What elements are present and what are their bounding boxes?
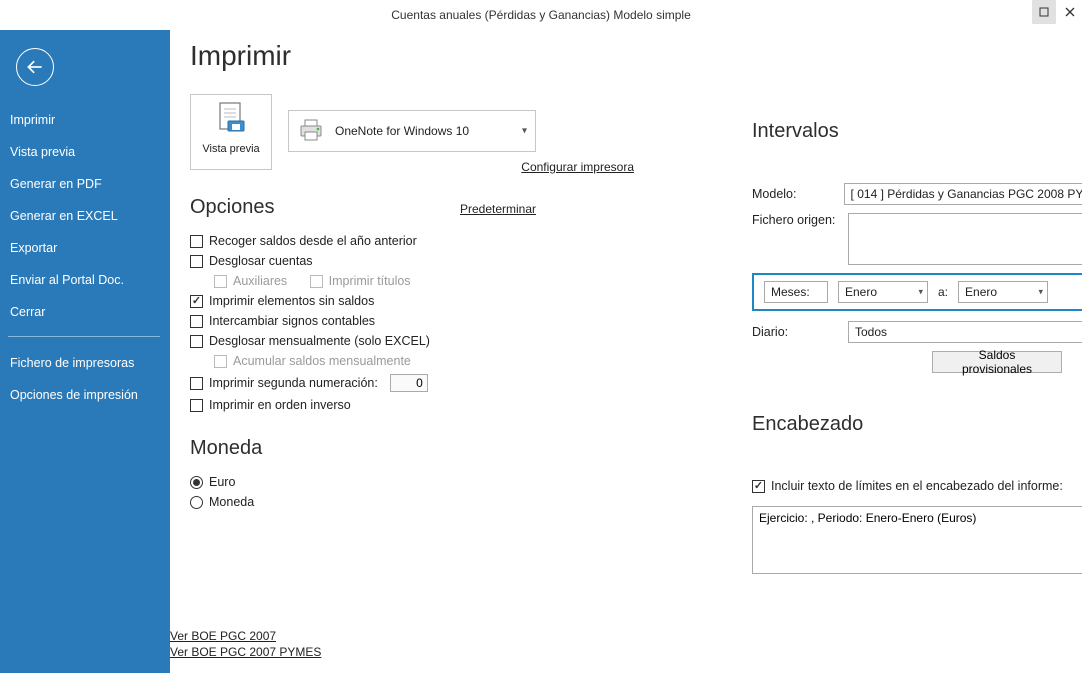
lbl-euro: Euro [209, 475, 235, 489]
chk-imprimir-titulos [310, 275, 323, 288]
printer-icon [297, 116, 325, 147]
saldos-provisionales-button[interactable]: Saldos provisionales [932, 351, 1062, 373]
printer-select[interactable]: OneNote for Windows 10 ▾ [288, 110, 536, 152]
chk-recoger-saldos[interactable] [190, 235, 203, 248]
meses-highlight: Meses: Enero ▾ a: Enero ▾ [752, 273, 1082, 311]
maximize-button[interactable] [1032, 0, 1056, 24]
fichero-origen-input[interactable]: ▴ ▾ [848, 213, 1082, 265]
lbl-imprimir-sin-saldos: Imprimir elementos sin saldos [209, 294, 374, 308]
chk-auxiliares [214, 275, 227, 288]
diario-select[interactable]: Todos ▾ [848, 321, 1082, 343]
page-title: Imprimir [190, 40, 1060, 72]
sidebar: Imprimir Vista previa Generar en PDF Gen… [0, 30, 170, 673]
nav-fichero-impresoras[interactable]: Fichero de impresoras [0, 347, 170, 379]
chevron-down-icon: ▾ [918, 287, 923, 298]
vista-previa-button[interactable]: Vista previa [190, 94, 272, 170]
diario-label: Diario: [752, 325, 840, 339]
chk-intercambiar-signos[interactable] [190, 315, 203, 328]
a-label: a: [938, 285, 948, 299]
chk-acumular-saldos [214, 355, 227, 368]
predeterminar-link[interactable]: Predeterminar [460, 202, 536, 216]
right-column: Intervalos Modelo: [ 014 ] Pérdidas y Ga… [752, 120, 1082, 577]
chk-imprimir-sin-saldos[interactable] [190, 295, 203, 308]
segunda-numeracion-input[interactable] [390, 374, 428, 392]
lbl-imprimir-titulos: Imprimir títulos [329, 274, 411, 288]
modelo-select[interactable]: [ 014 ] Pérdidas y Ganancias PGC 2008 PY… [844, 183, 1082, 205]
lbl-desglosar-cuentas: Desglosar cuentas [209, 254, 313, 268]
fichero-origen-label: Fichero origen: [752, 213, 840, 227]
chk-desglosar-mensual[interactable] [190, 335, 203, 348]
vista-previa-label: Vista previa [191, 143, 271, 155]
nav-vista-previa[interactable]: Vista previa [0, 136, 170, 168]
chevron-down-icon: ▾ [1038, 287, 1043, 298]
nav-imprimir[interactable]: Imprimir [0, 104, 170, 136]
configurar-impresora-link[interactable]: Configurar impresora [521, 160, 634, 174]
back-button[interactable] [16, 48, 54, 86]
lbl-segunda-numeracion: Imprimir segunda numeración: [209, 376, 378, 390]
lbl-acumular-saldos: Acumular saldos mensualmente [233, 354, 411, 368]
close-button[interactable] [1058, 0, 1082, 24]
chk-desglosar-cuentas[interactable] [190, 255, 203, 268]
chk-orden-inverso[interactable] [190, 399, 203, 412]
nav-enviar-portal[interactable]: Enviar al Portal Doc. [0, 264, 170, 296]
nav-generar-pdf[interactable]: Generar en PDF [0, 168, 170, 200]
nav-separator [8, 336, 160, 337]
meses-label-box: Meses: [764, 281, 828, 303]
meses-label: Meses: [771, 285, 810, 299]
printer-name: OneNote for Windows 10 [335, 124, 469, 138]
nav-opciones-impresion[interactable]: Opciones de impresión [0, 379, 170, 411]
nav-cerrar[interactable]: Cerrar [0, 296, 170, 328]
lbl-incluir-limites: Incluir texto de límites en el encabezad… [771, 479, 1063, 493]
modelo-label: Modelo: [752, 187, 836, 201]
modelo-value: [ 014 ] Pérdidas y Ganancias PGC 2008 PY… [851, 187, 1082, 201]
lbl-recoger-saldos: Recoger saldos desde el año anterior [209, 234, 417, 248]
window: Cuentas anuales (Pérdidas y Ganancias) M… [0, 0, 1082, 673]
chk-segunda-numeracion[interactable] [190, 377, 203, 390]
document-printer-icon [211, 101, 251, 141]
footer-links: Ver BOE PGC 2007 Ver BOE PGC 2007 PYMES [170, 629, 321, 661]
lbl-desglosar-mensual: Desglosar mensualmente (solo EXCEL) [209, 334, 430, 348]
radio-euro[interactable] [190, 476, 203, 489]
chevron-down-icon: ▾ [522, 126, 527, 137]
mes-hasta-value: Enero [965, 285, 997, 299]
lbl-orden-inverso: Imprimir en orden inverso [209, 398, 351, 412]
opciones-heading: Opciones [190, 196, 275, 219]
encabezado-textarea[interactable] [752, 506, 1082, 574]
main-panel: Imprimir Vista previa [170, 30, 1082, 673]
radio-moneda[interactable] [190, 496, 203, 509]
lbl-auxiliares: Auxiliares [233, 274, 287, 288]
nav-exportar[interactable]: Exportar [0, 232, 170, 264]
chk-incluir-limites[interactable] [752, 480, 765, 493]
titlebar: Cuentas anuales (Pérdidas y Ganancias) M… [0, 0, 1082, 30]
lbl-intercambiar-signos: Intercambiar signos contables [209, 314, 375, 328]
mes-hasta-select[interactable]: Enero ▾ [958, 281, 1048, 303]
lbl-moneda: Moneda [209, 495, 254, 509]
mes-desde-select[interactable]: Enero ▾ [838, 281, 928, 303]
encabezado-heading: Encabezado [752, 413, 1082, 436]
link-boe-pgc-2007-pymes[interactable]: Ver BOE PGC 2007 PYMES [170, 645, 321, 659]
nav-generar-excel[interactable]: Generar en EXCEL [0, 200, 170, 232]
diario-value: Todos [855, 325, 887, 339]
mes-desde-value: Enero [845, 285, 877, 299]
window-title: Cuentas anuales (Pérdidas y Ganancias) M… [391, 8, 691, 22]
link-boe-pgc-2007[interactable]: Ver BOE PGC 2007 [170, 629, 276, 643]
intervalos-heading: Intervalos [752, 120, 1082, 143]
